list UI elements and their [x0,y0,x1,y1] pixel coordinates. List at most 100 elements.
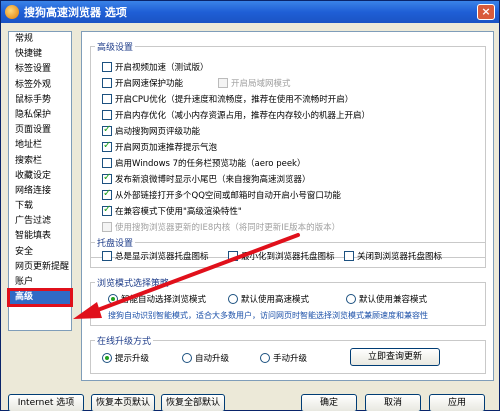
sidebar-item-mouse-gestures[interactable]: 鼠标手势 [9,93,71,108]
tray-settings-legend: 托盘设置 [97,239,134,249]
sidebar-item-ad-filter[interactable]: 广告过滤 [9,214,71,229]
sidebar-item-privacy[interactable]: 隐私保护 [9,108,71,123]
restore-all-default-button[interactable]: 恢复全部默认 [161,394,225,411]
close-button[interactable]: × [477,4,495,20]
tray-minimize-row[interactable]: 最小化到浏览器托盘图标 [228,250,335,262]
advanced-render-label: 在兼容模式下使用"高级渲染特性" [115,207,242,217]
qq-multi-checkbox[interactable] [102,188,112,200]
speed-protect-row[interactable]: 开启网速保护功能 [102,77,183,89]
upgrade-legend: 在线升级方式 [97,337,152,347]
apply-button[interactable]: 应用 [429,394,485,411]
sidebar-item-network[interactable]: 网络连接 [9,184,71,199]
lan-mode-label: 开启局域网模式 [231,79,291,89]
browse-mode-hint: 搜狗自动识别智能模式，适合大多数用户，访问网页时智能选择浏览模式兼顾速度和兼容性 [108,311,428,320]
video-accel-checkbox[interactable] [102,62,112,72]
weibo-tail-row[interactable]: 发布新浪微博时显示小尾巴（来自搜狗高速浏览器） [102,172,311,185]
tray-minimize-label: 最小化到浏览器托盘图标 [241,252,335,262]
video-accel-label: 开启视频加速（测试版） [115,63,209,73]
sidebar-item-advanced[interactable]: 高级 [7,288,73,308]
mode-auto-row[interactable]: 智能自动选择浏览模式 [108,293,206,305]
tray-close-row[interactable]: 关闭到浏览器托盘图标 [344,250,442,262]
tray-close-checkbox[interactable] [344,251,354,261]
page-rating-checkbox[interactable] [102,124,112,136]
upgrade-auto-row[interactable]: 自动升级 [182,352,229,364]
sidebar-item-autofill[interactable]: 智能填表 [9,229,71,244]
browse-mode-legend: 浏览模式选择策略 [97,279,170,289]
ie8-kernel-checkbox [102,222,112,232]
accel-bubble-row[interactable]: 开启网页加速推荐提示气泡 [102,140,218,153]
sidebar-item-favorites[interactable]: 收藏设定 [9,169,71,184]
mode-compat-row[interactable]: 默认使用兼容模式 [346,293,427,305]
title-bar[interactable]: 搜狗高速浏览器 选项 × [1,1,499,23]
mode-fast-row[interactable]: 默认使用高速模式 [228,293,309,305]
mode-auto-radio[interactable] [108,294,118,304]
tray-always-row[interactable]: 总是显示浏览器托盘图标 [102,250,209,262]
aero-peek-row[interactable]: 启用Windows 7的任务栏预览功能（aero peek） [102,157,305,169]
restore-page-default-button[interactable]: 恢复本页默认 [91,394,155,411]
aero-peek-label: 启用Windows 7的任务栏预览功能（aero peek） [115,159,306,169]
internet-options-button[interactable]: Internet 选项 [8,394,84,411]
weibo-tail-label: 发布新浪微博时显示小尾巴（来自搜狗高速浏览器） [115,175,311,185]
mode-auto-label: 智能自动选择浏览模式 [121,295,207,305]
ie8-kernel-row: 使用搜狗浏览器更新的IE8内核（将同时更新IE版本的版本） [102,221,340,233]
settings-panel: 高级设置 开启视频加速（测试版） 开启网速保护功能 开启局域网模式 开启CPU优… [81,31,494,381]
upgrade-prompt-radio[interactable] [102,353,112,363]
options-window: 搜狗高速浏览器 选项 × 常规 快捷键 标签设置 标签外观 鼠标手势 隐私保护 … [0,0,500,411]
mem-opt-label: 开启内存优化（减小内存资源占用，推荐在内存较小的机器上开启） [115,111,371,121]
sidebar-item-account[interactable]: 账户 [9,275,71,290]
sidebar-item-download[interactable]: 下载 [9,199,71,214]
lan-mode-row: 开启局域网模式 [218,77,291,89]
tray-always-checkbox[interactable] [102,251,112,261]
window-title: 搜狗高速浏览器 选项 [24,6,127,19]
upgrade-auto-label: 自动升级 [195,354,230,364]
advanced-settings-legend: 高级设置 [97,43,134,53]
accel-bubble-label: 开启网页加速推荐提示气泡 [115,143,218,153]
upgrade-prompt-label: 提示升级 [115,354,150,364]
mem-opt-checkbox[interactable] [102,110,112,120]
advanced-render-checkbox[interactable] [102,204,112,216]
ok-button[interactable]: 确定 [301,394,357,411]
accel-bubble-checkbox[interactable] [102,140,112,152]
upgrade-manual-radio[interactable] [260,353,270,363]
sidebar-item-general[interactable]: 常规 [9,32,71,47]
lan-mode-checkbox [218,78,228,88]
upgrade-manual-row[interactable]: 手动升级 [260,352,307,364]
browser-logo-icon [5,5,19,19]
sidebar-item-page-settings[interactable]: 页面设置 [9,123,71,138]
sidebar-list: 常规 快捷键 标签设置 标签外观 鼠标手势 隐私保护 页面设置 地址栏 搜索栏 … [7,31,73,331]
ie8-kernel-label: 使用搜狗浏览器更新的IE8内核（将同时更新IE版本的版本） [115,223,341,233]
tray-close-label: 关闭到浏览器托盘图标 [357,252,443,262]
qq-multi-label: 从外部链接打开多个QQ空间或邮箱时自动开启小号窗口功能 [115,191,341,201]
sidebar-item-search-bar[interactable]: 搜索栏 [9,154,71,169]
video-accel-row[interactable]: 开启视频加速（测试版） [102,61,209,73]
advanced-render-row[interactable]: 在兼容模式下使用"高级渲染特性" [102,204,242,217]
tray-minimize-checkbox[interactable] [228,251,238,261]
speed-protect-label: 开启网速保护功能 [115,79,184,89]
sidebar-item-tab-settings[interactable]: 标签设置 [9,62,71,77]
sidebar-item-shortcuts[interactable]: 快捷键 [9,47,71,62]
upgrade-prompt-row[interactable]: 提示升级 [102,352,149,364]
check-update-button[interactable]: 立即查询更新 [350,348,440,366]
mem-opt-row[interactable]: 开启内存优化（减小内存资源占用，推荐在内存较小的机器上开启） [102,109,370,121]
sidebar-item-security[interactable]: 安全 [9,245,71,260]
qq-multi-row[interactable]: 从外部链接打开多个QQ空间或邮箱时自动开启小号窗口功能 [102,188,341,201]
mode-compat-label: 默认使用兼容模式 [359,295,428,305]
upgrade-auto-radio[interactable] [182,353,192,363]
aero-peek-checkbox[interactable] [102,158,112,168]
sidebar-item-update-alert[interactable]: 网页更新提醒 [9,260,71,275]
page-rating-row[interactable]: 启动搜狗网页评级功能 [102,124,201,137]
sidebar-item-address-bar[interactable]: 地址栏 [9,138,71,153]
mode-compat-radio[interactable] [346,294,356,304]
cpu-opt-checkbox[interactable] [102,94,112,104]
cpu-opt-label: 开启CPU优化（提升速度和流畅度，推荐在使用不流畅时开启） [115,95,354,105]
upgrade-manual-label: 手动升级 [273,354,308,364]
mode-fast-label: 默认使用高速模式 [241,295,310,305]
cpu-opt-row[interactable]: 开启CPU优化（提升速度和流畅度，推荐在使用不流畅时开启） [102,93,353,105]
sidebar-item-tab-appearance[interactable]: 标签外观 [9,78,71,93]
tray-always-label: 总是显示浏览器托盘图标 [115,252,209,262]
page-rating-label: 启动搜狗网页评级功能 [115,127,201,137]
weibo-tail-checkbox[interactable] [102,172,112,184]
speed-protect-checkbox[interactable] [102,78,112,88]
mode-fast-radio[interactable] [228,294,238,304]
cancel-button[interactable]: 取消 [365,394,421,411]
